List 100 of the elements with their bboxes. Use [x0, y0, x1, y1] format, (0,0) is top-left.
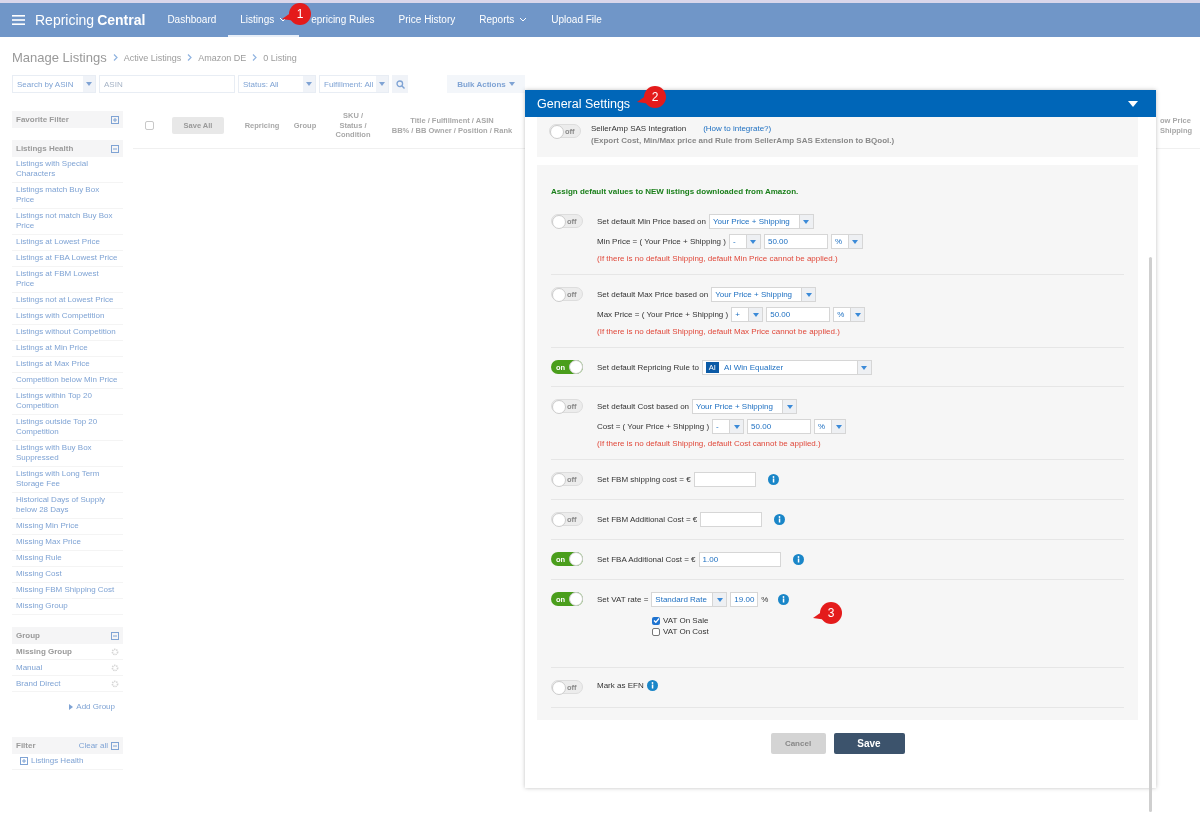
- search-by-dropdown[interactable]: Search by ASIN: [12, 75, 96, 93]
- filter-item[interactable]: Listings with Long Term Storage Fee: [12, 467, 123, 493]
- caret-icon: [86, 82, 92, 86]
- nav-tab[interactable]: Price History: [386, 3, 468, 37]
- bulk-actions-button[interactable]: Bulk Actions: [447, 75, 525, 93]
- filter-item[interactable]: Listings with Special Characters: [12, 157, 123, 183]
- filter-item[interactable]: Missing FBM Shipping Cost: [12, 583, 123, 599]
- value-field[interactable]: 50.00: [763, 234, 828, 249]
- search-field[interactable]: ASIN: [99, 75, 235, 93]
- status-dropdown[interactable]: Status: All: [238, 75, 316, 93]
- filter-header[interactable]: Favorite Filter: [12, 111, 123, 128]
- group-item[interactable]: Manual: [12, 660, 123, 676]
- filter-item[interactable]: Listings within Top 20 Competition: [12, 389, 123, 415]
- operator-dropdown[interactable]: -: [728, 234, 761, 249]
- filter-item[interactable]: Listings at Min Price: [12, 341, 123, 357]
- basis-dropdown[interactable]: Your Price + Shipping: [692, 399, 798, 414]
- search-button[interactable]: [392, 75, 408, 93]
- setting-label: Set default Cost based on: [597, 402, 690, 411]
- filter-header[interactable]: Group: [12, 627, 123, 644]
- filter-item[interactable]: Missing Min Price: [12, 519, 123, 535]
- info-icon[interactable]: [646, 680, 658, 691]
- formula-label: Cost = ( Your Price + Shipping ): [597, 422, 710, 431]
- checkbox[interactable]: VAT On Cost: [652, 627, 790, 636]
- value-field[interactable]: 50.00: [766, 307, 831, 322]
- basis-dropdown[interactable]: Your Price + Shipping: [711, 287, 817, 302]
- dialog-button[interactable]: Save: [833, 733, 905, 754]
- setting-label: Set FBA Additional Cost = €: [597, 555, 696, 564]
- breadcrumb-item[interactable]: Amazon DE: [198, 52, 247, 63]
- brand-logo[interactable]: Repricing Central: [35, 12, 146, 28]
- filter-item[interactable]: Listings not at Lowest Price: [12, 293, 123, 309]
- plus-icon[interactable]: [111, 115, 119, 124]
- filter-item[interactable]: Listings outside Top 20 Competition: [12, 415, 123, 441]
- filter-item[interactable]: Listings match Buy Box Price: [12, 183, 123, 209]
- group-item[interactable]: Brand Direct: [12, 676, 123, 692]
- percent-sign: %: [761, 595, 769, 604]
- dialog-title: General Settings: [537, 96, 631, 111]
- info-icon[interactable]: [774, 514, 786, 525]
- scrollbar[interactable]: [1149, 257, 1152, 812]
- setting-label: Mark as EFN: [597, 681, 644, 690]
- plus-icon[interactable]: [20, 757, 28, 765]
- unit-dropdown[interactable]: %: [833, 307, 866, 322]
- collapse-icon[interactable]: [1128, 100, 1138, 107]
- page-title: Manage Listings: [12, 50, 107, 65]
- filter-item[interactable]: Listings without Competition: [12, 325, 123, 341]
- chevron-icon: [112, 54, 118, 61]
- help-link[interactable]: (How to integrate?): [703, 124, 772, 133]
- info-icon[interactable]: [792, 554, 804, 565]
- nav-tab[interactable]: Upload File: [539, 3, 614, 37]
- basis-dropdown[interactable]: Your Price + Shipping: [708, 214, 814, 229]
- value-field[interactable]: 50.00: [747, 419, 812, 434]
- filter-item[interactable]: Missing Max Price: [12, 535, 123, 551]
- menu-icon[interactable]: [12, 15, 25, 25]
- triangle-icon: [69, 703, 74, 710]
- filter-item[interactable]: Listings at FBA Lowest Price: [12, 251, 123, 267]
- setting-label: SellerAmp SAS Integration: [591, 124, 687, 133]
- nav-tab[interactable]: Dashboard: [155, 3, 229, 37]
- filter-item[interactable]: Listings Health: [12, 754, 123, 770]
- filter-item[interactable]: Listings at Lowest Price: [12, 235, 123, 251]
- caret-icon: [752, 312, 759, 317]
- filter-item[interactable]: Missing Group: [12, 599, 123, 615]
- filter-item[interactable]: Listings not match Buy Box Price: [12, 209, 123, 235]
- clear-all-link[interactable]: Clear all: [78, 741, 119, 750]
- filter-item[interactable]: Listings with Competition: [12, 309, 123, 325]
- caret-icon: [716, 597, 723, 602]
- unit-dropdown[interactable]: %: [830, 234, 863, 249]
- filter-item[interactable]: Historical Days of Supply below 28 Days: [12, 493, 123, 519]
- amount-field[interactable]: [700, 512, 763, 527]
- intro-text: Assign default values to NEW listings downloaded from Amazon.: [551, 187, 800, 196]
- rate-field[interactable]: 19.00: [730, 592, 759, 607]
- minus-icon[interactable]: [111, 144, 119, 153]
- breadcrumb-item[interactable]: 0 Listing: [263, 52, 297, 63]
- minus-icon[interactable]: [111, 631, 119, 640]
- checkbox[interactable]: VAT On Sale: [652, 616, 790, 625]
- amount-field[interactable]: 1.00: [698, 552, 781, 567]
- info-icon[interactable]: [778, 594, 790, 605]
- select-all-checkbox[interactable]: [145, 121, 154, 130]
- filter-item[interactable]: Missing Rule: [12, 551, 123, 567]
- setting-label: Set FBM shipping cost = €: [597, 475, 691, 484]
- caret-icon: [835, 424, 842, 429]
- filter-item[interactable]: Listings at FBM Lowest Price: [12, 267, 123, 293]
- group-item[interactable]: Missing Group: [12, 644, 123, 660]
- caret-icon: [786, 404, 793, 409]
- fulfillment-dropdown[interactable]: Fulfillment: All: [319, 75, 389, 93]
- operator-dropdown[interactable]: -: [712, 419, 745, 434]
- filter-item[interactable]: Competition below Min Price: [12, 373, 123, 389]
- breadcrumb-item[interactable]: Active Listings: [123, 52, 182, 63]
- amount-field[interactable]: [693, 472, 756, 487]
- rate-dropdown[interactable]: Standard Rate: [651, 592, 728, 607]
- unit-dropdown[interactable]: %: [814, 419, 847, 434]
- filter-item[interactable]: Missing Cost: [12, 567, 123, 583]
- nav-tab[interactable]: Reports: [467, 3, 540, 37]
- info-icon[interactable]: [767, 474, 779, 485]
- setting-label: Set FBM Additional Cost = €: [597, 515, 698, 524]
- filter-item[interactable]: Listings with Buy Box Suppressed: [12, 441, 123, 467]
- add-group-link[interactable]: Add Group: [69, 702, 115, 711]
- note-text: (Export Cost, Min/Max price and Rule from SellerAmp SAS Extension to BQool.): [591, 136, 895, 145]
- filter-header[interactable]: Listings Health: [12, 140, 123, 157]
- minus-icon[interactable]: [111, 741, 119, 750]
- operator-dropdown[interactable]: +: [731, 307, 764, 322]
- filter-item[interactable]: Listings at Max Price: [12, 357, 123, 373]
